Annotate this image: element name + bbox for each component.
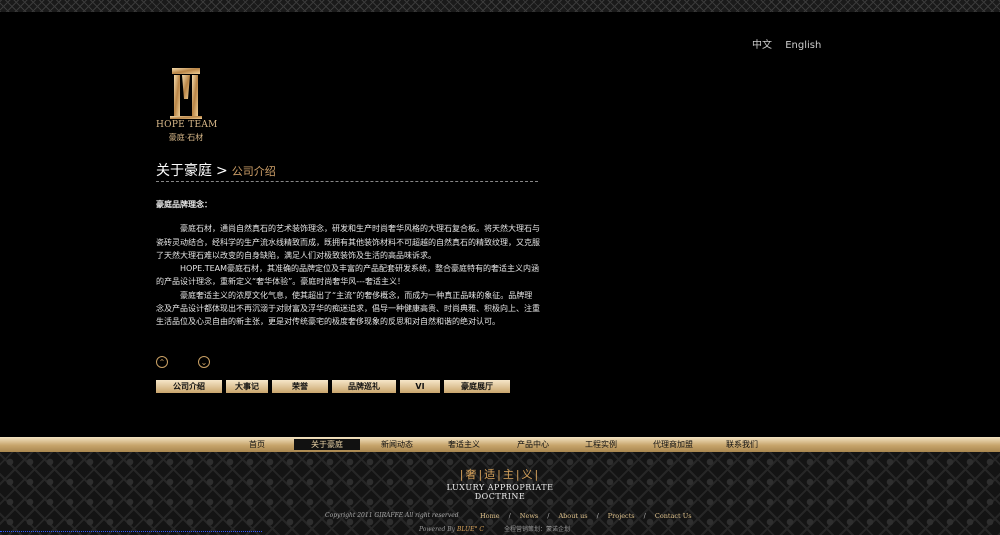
footer-links: Home / News / About us / Projects / Contact Us	[480, 512, 692, 520]
nav-item-luxury[interactable]: 奢适主义	[431, 439, 497, 450]
breadcrumb-separator: >	[216, 163, 228, 179]
article-heading: 豪庭品牌理念：	[156, 200, 212, 209]
nav-item-news[interactable]: 新闻动态	[364, 439, 430, 450]
nav-item-products[interactable]: 产品中心	[500, 439, 566, 450]
slogan-english-line2: DOCTRINE	[474, 492, 526, 501]
main-navigation: 首页 关于豪庭 新闻动态 奢适主义 产品中心 工程实例 代理商加盟 联系我们	[0, 437, 1000, 452]
subnav-tab-milestones[interactable]: 大事记	[226, 380, 268, 393]
lang-chinese-link[interactable]: 中文	[752, 40, 772, 51]
article-paragraph: 豪庭石材，通尚自然真石的艺术装饰理念，研发和生产时尚奢华风格的大理石复合板。将天…	[156, 224, 540, 260]
title-divider	[156, 181, 538, 182]
subnav-tab-vi[interactable]: VI	[400, 380, 440, 393]
article-paragraph: HOPE.TEAM豪庭石材，其准确的品牌定位及丰富的产品配套研发系统，整合豪庭特…	[156, 264, 540, 287]
nav-item-contact[interactable]: 联系我们	[710, 439, 774, 450]
logo-chinese-text: 豪庭·石材	[168, 133, 204, 142]
scroll-down-icon[interactable]: ⌄	[198, 356, 210, 368]
footer-link-about[interactable]: About us	[558, 512, 587, 520]
lang-english-link[interactable]: English	[785, 40, 821, 51]
breadcrumb: 关于豪庭 > 公司介绍	[156, 160, 276, 180]
article-paragraph: 豪庭奢适主义的浓厚文化气息，使其超出了“主流”的奢侈概念，而成为一种真正品味的象…	[156, 290, 540, 327]
powered-by: Powered By BLUE° C 全程营销策划：蒙诺企划	[419, 524, 570, 533]
nav-item-about[interactable]: 关于豪庭	[294, 439, 360, 450]
breadcrumb-current: 公司介绍	[231, 165, 276, 178]
powered-brand-link[interactable]: BLUE° C	[457, 526, 484, 533]
footer-link-contact[interactable]: Contact Us	[655, 512, 692, 520]
footer-link-projects[interactable]: Projects	[608, 512, 635, 520]
breadcrumb-parent[interactable]: 关于豪庭	[156, 163, 212, 179]
copyright-text: Copyright 2011 GIRAFFE All right reserve…	[325, 512, 459, 519]
logo-english-text: HOPE TEAM	[156, 120, 218, 130]
subnav-tab-company-intro[interactable]: 公司介绍	[156, 380, 222, 393]
logo-emblem-icon	[170, 68, 202, 119]
language-switch: 中文 English	[752, 36, 831, 51]
powered-prefix: Powered By	[419, 526, 457, 533]
powered-extra: 全程营销策划：蒙诺企划	[503, 526, 570, 533]
scroll-up-icon[interactable]: ⌃	[156, 356, 168, 368]
top-pattern-band	[0, 0, 1000, 12]
nav-item-projects[interactable]: 工程实例	[568, 439, 634, 450]
nav-item-agent[interactable]: 代理商加盟	[638, 439, 708, 450]
article-content: 豪庭品牌理念： 豪庭石材，通尚自然真石的艺术装饰理念，研发和生产时尚奢华风格的大…	[156, 198, 540, 329]
status-link-underline	[0, 531, 262, 532]
slogan-english-line1: LUXURY APPROPRIATE	[446, 483, 554, 492]
subnav-tab-showroom[interactable]: 豪庭展厅	[444, 380, 510, 393]
subnav-tab-honors[interactable]: 荣誉	[272, 380, 328, 393]
brand-logo[interactable]: HOPE TEAM 豪庭·石材	[156, 66, 218, 146]
footer-link-home[interactable]: Home	[480, 512, 500, 520]
subnav-tab-brand-tour[interactable]: 品牌巡礼	[332, 380, 396, 393]
slogan-chinese: |奢|适|主|义|	[459, 468, 541, 481]
footer-link-news[interactable]: News	[520, 512, 538, 520]
nav-item-home[interactable]: 首页	[224, 439, 290, 450]
